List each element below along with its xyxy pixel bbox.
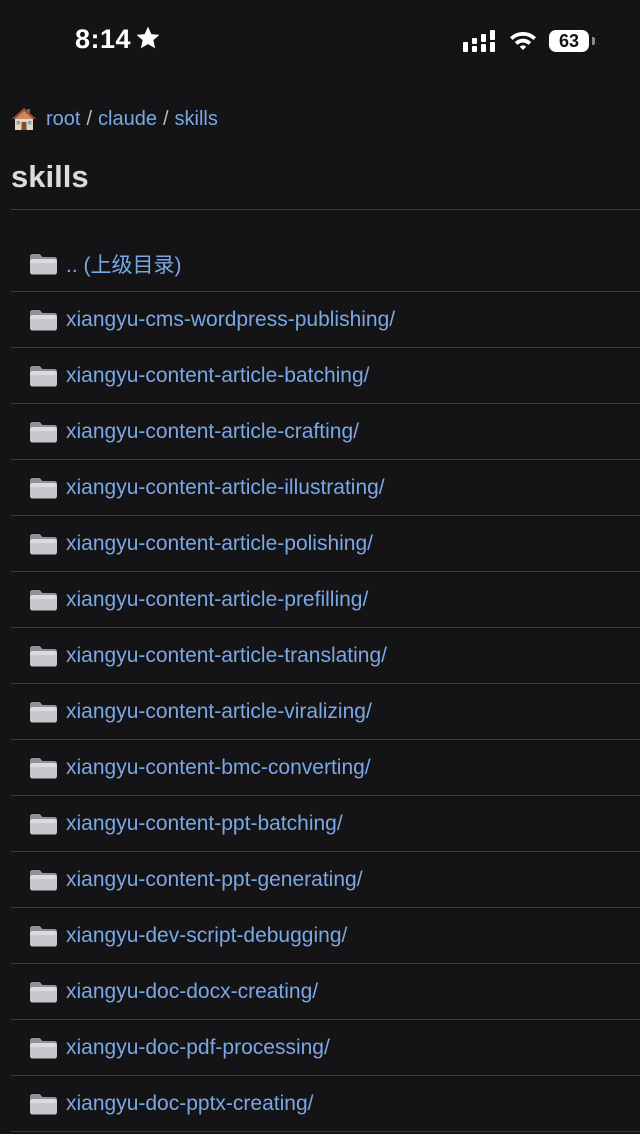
folder-icon [30, 477, 57, 498]
breadcrumb-separator: / [162, 107, 169, 130]
file-row[interactable]: xiangyu-content-ppt-generating/ [11, 852, 640, 908]
breadcrumb-separator: / [86, 107, 93, 130]
breadcrumb-link-skills[interactable]: skills [175, 108, 218, 131]
folder-link[interactable]: xiangyu-content-ppt-generating/ [66, 868, 363, 892]
folder-icon [30, 421, 57, 442]
wifi-icon [510, 32, 536, 50]
folder-icon [30, 813, 57, 834]
folder-link[interactable]: xiangyu-content-article-crafting/ [66, 420, 359, 444]
file-row[interactable]: xiangyu-dev-script-debugging/ [11, 908, 640, 964]
folder-link[interactable]: xiangyu-cms-wordpress-publishing/ [66, 308, 395, 332]
folder-link[interactable]: xiangyu-doc-pdf-processing/ [66, 1036, 330, 1060]
file-row[interactable]: xiangyu-content-ppt-batching/ [11, 796, 640, 852]
status-time: 8:14 [75, 24, 132, 54]
parent-directory-link[interactable]: .. (上级目录) [66, 249, 182, 279]
status-bar: 8:14 63 [0, 0, 640, 84]
folder-icon [30, 757, 57, 778]
folder-icon [30, 365, 57, 386]
folder-icon [30, 701, 57, 722]
file-row[interactable]: xiangyu-content-bmc-converting/ [11, 740, 640, 796]
file-row[interactable]: xiangyu-cms-wordpress-publishing/ [11, 292, 640, 348]
folder-icon [30, 533, 57, 554]
folder-icon [30, 1037, 57, 1058]
folder-link[interactable]: xiangyu-content-article-batching/ [66, 364, 370, 388]
file-row[interactable]: xiangyu-content-article-illustrating/ [11, 460, 640, 516]
file-row[interactable]: xiangyu-content-article-translating/ [11, 628, 640, 684]
folder-link[interactable]: xiangyu-dev-script-debugging/ [66, 924, 347, 948]
breadcrumb-link-claude[interactable]: claude [98, 108, 157, 131]
file-row[interactable]: xiangyu-content-article-viralizing/ [11, 684, 640, 740]
title-divider [11, 209, 640, 210]
file-row[interactable]: xiangyu-content-article-polishing/ [11, 516, 640, 572]
home-icon [12, 108, 36, 130]
folder-icon [30, 589, 57, 610]
folder-icon [30, 1093, 57, 1114]
battery-level: 63 [558, 31, 580, 51]
star-icon [136, 26, 160, 49]
file-row[interactable]: xiangyu-doc-docx-creating/ [11, 964, 640, 1020]
file-row[interactable]: xiangyu-content-article-batching/ [11, 348, 640, 404]
folder-icon [30, 869, 57, 890]
battery-icon: 63 [549, 30, 589, 52]
battery-tip [592, 37, 595, 45]
folder-icon [30, 925, 57, 946]
folder-link[interactable]: xiangyu-doc-docx-creating/ [66, 980, 318, 1004]
folder-link[interactable]: xiangyu-content-bmc-converting/ [66, 756, 371, 780]
folder-link[interactable]: xiangyu-doc-pptx-creating/ [66, 1092, 313, 1116]
file-row[interactable]: xiangyu-content-article-prefilling/ [11, 572, 640, 628]
folder-link[interactable]: xiangyu-content-article-polishing/ [66, 532, 373, 556]
folder-link[interactable]: xiangyu-content-article-viralizing/ [66, 700, 372, 724]
folder-icon [30, 981, 57, 1002]
file-list: .. (上级目录) xiangyu-cms-wordpress-publishi… [11, 236, 640, 1132]
folder-icon [30, 253, 57, 274]
folder-icon [30, 309, 57, 330]
breadcrumb: root / claude / skills [11, 104, 218, 134]
file-row[interactable]: xiangyu-doc-pptx-creating/ [11, 1076, 640, 1132]
file-row[interactable]: xiangyu-doc-pdf-processing/ [11, 1020, 640, 1076]
folder-link[interactable]: xiangyu-content-ppt-batching/ [66, 812, 343, 836]
page-title: skills [11, 159, 89, 194]
signal-icon [463, 30, 495, 52]
parent-directory-row[interactable]: .. (上级目录) [11, 236, 640, 292]
file-row[interactable]: xiangyu-content-article-crafting/ [11, 404, 640, 460]
folder-icon [30, 645, 57, 666]
folder-link[interactable]: xiangyu-content-article-prefilling/ [66, 588, 368, 612]
folder-link[interactable]: xiangyu-content-article-illustrating/ [66, 476, 385, 500]
breadcrumb-link-root[interactable]: root [46, 108, 80, 131]
folder-link[interactable]: xiangyu-content-article-translating/ [66, 644, 387, 668]
